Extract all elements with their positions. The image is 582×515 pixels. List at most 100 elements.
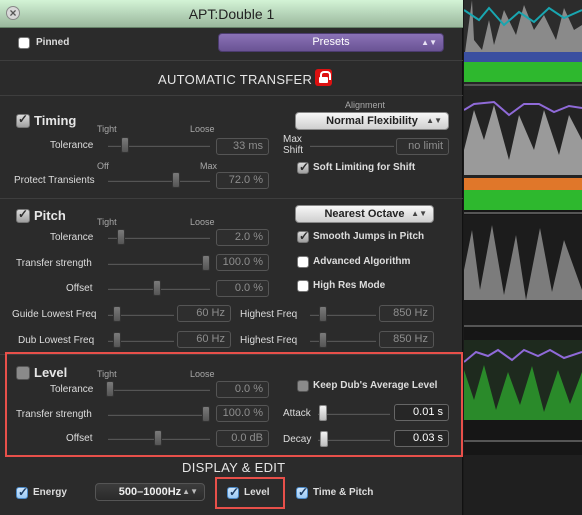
dub-highest-label: Highest Freq — [240, 335, 298, 346]
timing-checkbox[interactable] — [16, 112, 30, 128]
guide-highest-knob[interactable] — [319, 306, 327, 322]
protect-max-label: Max — [200, 161, 218, 171]
level-display-checkbox[interactable] — [227, 485, 239, 499]
soft-limiting-checkbox[interactable] — [297, 160, 309, 174]
max-shift-label: Max Shift — [283, 134, 304, 156]
pitch-loose-label: Loose — [190, 217, 215, 227]
level-label: Level — [34, 365, 68, 380]
soft-limiting-label: Soft Limiting for Shift — [313, 162, 416, 173]
level-transfer-knob[interactable] — [202, 406, 210, 422]
dub-lowest-label: Dub Lowest Freq — [18, 335, 95, 346]
attack-label: Attack — [283, 408, 311, 419]
track-waveforms — [464, 0, 582, 515]
timing-tight-label: Tight — [97, 124, 117, 134]
pitch-tolerance-label: Tolerance — [50, 232, 94, 243]
chevron-updown-icon: ▲▼ — [182, 487, 198, 496]
level-transfer-label: Transfer strength — [16, 409, 92, 420]
timing-tolerance-value[interactable]: 33 ms — [216, 138, 269, 155]
time-pitch-label: Time & Pitch — [313, 487, 374, 498]
guide-highest-label: Highest Freq — [240, 309, 298, 320]
pitch-transfer-knob[interactable] — [202, 255, 210, 271]
energy-range-value: 500–1000Hz — [118, 486, 182, 498]
pitch-tolerance-knob[interactable] — [117, 229, 125, 245]
protect-transients-label: Protect Transients — [14, 175, 95, 186]
level-loose-label: Loose — [190, 369, 215, 379]
time-pitch-checkbox[interactable] — [296, 485, 308, 499]
decay-label: Decay — [283, 434, 312, 445]
advanced-algorithm-checkbox[interactable] — [297, 256, 309, 268]
guide-lowest-label: Guide Lowest Freq — [12, 309, 97, 320]
pitch-tight-label: Tight — [97, 217, 117, 227]
max-shift-value[interactable]: no limit — [396, 138, 449, 155]
pinned-label: Pinned — [36, 37, 70, 48]
alignment-label: Alignment — [345, 100, 386, 110]
dub-lowest-knob[interactable] — [113, 332, 121, 348]
protect-transients-slider[interactable] — [108, 180, 210, 182]
max-shift-slider[interactable] — [310, 145, 394, 147]
level-tight-label: Tight — [97, 369, 117, 379]
keep-dub-checkbox[interactable] — [297, 380, 309, 392]
protect-transients-value[interactable]: 72.0 % — [216, 172, 269, 189]
window-title: APT:Double 1 — [188, 6, 275, 22]
level-offset-knob[interactable] — [154, 430, 162, 446]
chevron-updown-icon: ▲▼ — [421, 38, 437, 47]
level-offset-label: Offset — [66, 433, 93, 444]
level-display-label: Level — [244, 487, 270, 498]
pitch-tolerance-value[interactable]: 2.0 % — [216, 229, 269, 246]
energy-label: Energy — [33, 487, 67, 498]
level-tolerance-value[interactable]: 0.0 % — [216, 381, 269, 398]
chevron-updown-icon: ▲▼ — [426, 116, 442, 125]
guide-lowest-knob[interactable] — [113, 306, 121, 322]
decay-knob[interactable] — [320, 431, 328, 447]
guide-highest-value[interactable]: 850 Hz — [379, 305, 434, 322]
protect-transients-knob[interactable] — [172, 172, 180, 188]
level-offset-value[interactable]: 0.0 dB — [216, 430, 269, 447]
level-checkbox[interactable] — [16, 366, 30, 380]
level-transfer-slider[interactable] — [108, 414, 210, 416]
high-res-checkbox[interactable] — [297, 280, 309, 292]
chevron-updown-icon: ▲▼ — [411, 209, 427, 218]
protect-off-label: Off — [97, 161, 109, 171]
decay-slider[interactable] — [318, 439, 390, 441]
pitch-transfer-label: Transfer strength — [16, 258, 92, 269]
attack-slider[interactable] — [318, 413, 390, 415]
octave-value: Nearest Octave — [324, 208, 405, 220]
timing-label: Timing — [34, 113, 77, 128]
high-res-label: High Res Mode — [313, 280, 386, 291]
title-bar: × APT:Double 1 — [0, 0, 463, 28]
pitch-transfer-value[interactable]: 100.0 % — [216, 254, 269, 271]
presets-dropdown[interactable]: Presets ▲▼ — [218, 33, 444, 52]
keep-dub-label: Keep Dub's Average Level — [313, 380, 438, 391]
dub-highest-value[interactable]: 850 Hz — [379, 331, 434, 348]
octave-dropdown[interactable]: Nearest Octave ▲▼ — [295, 205, 434, 223]
level-tolerance-label: Tolerance — [50, 384, 94, 395]
timing-tolerance-label: Tolerance — [50, 140, 94, 151]
advanced-algorithm-label: Advanced Algorithm — [313, 256, 411, 267]
lock-icon[interactable] — [315, 69, 332, 86]
smooth-jumps-checkbox[interactable] — [297, 229, 309, 243]
dub-highest-knob[interactable] — [319, 332, 327, 348]
pitch-offset-value[interactable]: 0.0 % — [216, 280, 269, 297]
pitch-checkbox[interactable] — [16, 207, 30, 223]
level-tolerance-slider[interactable] — [108, 389, 210, 391]
automatic-transfer-title: AUTOMATIC TRANSFER — [158, 72, 313, 87]
apt-double-panel: × APT:Double 1 Pinned Presets ▲▼ AUTOMATI… — [0, 0, 463, 515]
waveform-area — [464, 0, 582, 515]
timing-tolerance-knob[interactable] — [121, 137, 129, 153]
presets-label: Presets — [312, 36, 350, 48]
decay-value[interactable]: 0.03 s — [394, 430, 449, 447]
pinned-checkbox[interactable] — [18, 37, 30, 49]
energy-range-dropdown[interactable]: 500–1000Hz ▲▼ — [95, 483, 205, 501]
guide-lowest-value[interactable]: 60 Hz — [177, 305, 231, 322]
dub-lowest-value[interactable]: 60 Hz — [177, 331, 231, 348]
alignment-dropdown[interactable]: Normal Flexibility ▲▼ — [295, 112, 449, 130]
level-tolerance-knob[interactable] — [106, 381, 114, 397]
energy-checkbox[interactable] — [16, 485, 28, 499]
level-transfer-value[interactable]: 100.0 % — [216, 405, 269, 422]
pitch-transfer-slider[interactable] — [108, 263, 210, 265]
pitch-offset-knob[interactable] — [153, 280, 161, 296]
display-edit-title: DISPLAY & EDIT — [182, 460, 286, 475]
timing-loose-label: Loose — [190, 124, 215, 134]
attack-knob[interactable] — [319, 405, 327, 421]
attack-value[interactable]: 0.01 s — [394, 404, 449, 421]
